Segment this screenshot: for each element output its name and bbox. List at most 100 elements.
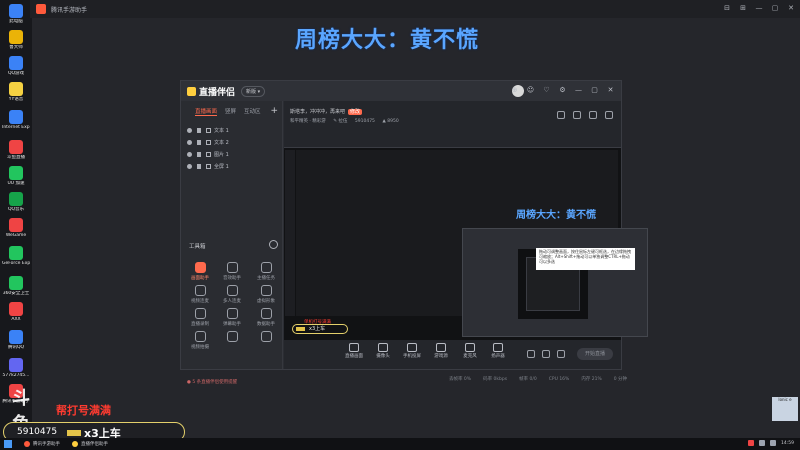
source-item[interactable]: 文本 1	[181, 124, 282, 136]
desktop-icon[interactable]: 此电脑	[2, 4, 30, 24]
source-item[interactable]: 全屏 1	[181, 160, 282, 172]
start-live-button[interactable]: 开始直播	[577, 348, 613, 360]
add-icon[interactable]: ⊕	[510, 86, 519, 95]
emoji-icon[interactable]: ☺	[526, 86, 535, 95]
status-item: 0 分钟	[613, 377, 628, 382]
app-shortcut-icon	[9, 166, 23, 180]
desktop-icon[interactable]: AXX	[2, 302, 30, 322]
toolbox-settings-icon[interactable]	[269, 240, 278, 249]
game-category[interactable]: 和平精英 · 精彩游	[290, 119, 326, 124]
lock-icon[interactable]	[197, 163, 201, 169]
desktop-icon[interactable]: 鲁大师	[2, 30, 30, 50]
tool-label: 弹幕助手	[223, 322, 241, 327]
pin-icon[interactable]: ⊟	[722, 3, 732, 13]
minimize-button[interactable]: —	[754, 3, 764, 13]
desktop-icon[interactable]: WeGame	[2, 218, 30, 238]
desktop-icon[interactable]: QQ游戏	[2, 56, 30, 76]
tray-icon[interactable]	[748, 440, 755, 446]
eye-icon[interactable]	[187, 139, 192, 145]
maximize-button[interactable]: ▢	[590, 86, 599, 95]
stream-preview[interactable]: 周榜大大：黄不慌 拖动可调整画面，按住鼠标左键可框选，在边缘拖拽可缩放；Alt+…	[284, 147, 648, 340]
toolbox-item[interactable]	[217, 331, 247, 344]
source-item[interactable]: 图片 1	[181, 148, 282, 160]
clock[interactable]: 14:59	[781, 441, 794, 446]
control-mic[interactable]: 麦克风	[456, 343, 484, 359]
close-button[interactable]: ✕	[606, 86, 615, 95]
toolbox-item[interactable]	[251, 331, 281, 344]
desktop-icon[interactable]: 腾讯QQ	[2, 330, 30, 350]
version-badge[interactable]: 新版 ▾	[241, 85, 266, 97]
edit-title-button[interactable]: 修改	[348, 109, 363, 115]
tool-icon	[260, 331, 272, 342]
eye-icon[interactable]	[187, 127, 192, 133]
lock-icon[interactable]	[197, 151, 201, 157]
eye-icon[interactable]	[187, 163, 192, 169]
game-icon	[436, 343, 446, 352]
desktop-icon[interactable]: Internet Explorer	[2, 110, 30, 130]
source-label: 全屏 1	[214, 163, 229, 170]
edit-link[interactable]: ✎ 拉伍	[333, 119, 347, 124]
windows-start-icon[interactable]	[4, 440, 12, 448]
add-source-button[interactable]: +	[270, 106, 278, 116]
scene-tabs: 直播画面 竖屏 互动区	[181, 101, 282, 116]
taskbar-item[interactable]: 直播伴侣助手	[72, 441, 108, 447]
control-screen[interactable]: 直播画面	[340, 343, 368, 359]
control-label: 游戏源	[434, 354, 448, 359]
desktop-icon[interactable]: 360安全卫士	[2, 276, 30, 296]
fullscreen-icon[interactable]: ⊞	[738, 3, 748, 13]
toolbox-item[interactable]: 直播录制	[185, 308, 215, 327]
taskbar-item[interactable]: 腾讯手游助手	[24, 441, 60, 447]
network-icon[interactable]	[759, 440, 766, 446]
maximize-button[interactable]: ▢	[770, 3, 780, 13]
app-shortcut-icon	[9, 358, 23, 372]
video-icon[interactable]	[527, 350, 535, 358]
toolbox-item[interactable]: 画面助手	[185, 262, 215, 281]
app-shortcut-icon	[9, 302, 23, 316]
app-icon	[24, 441, 30, 447]
toolbox-item[interactable]: 虚拟形象	[251, 285, 281, 304]
toolbox-item[interactable]: 数据助手	[251, 308, 281, 327]
toolbox-item[interactable]: 视频拍摄	[185, 331, 215, 350]
minimize-button[interactable]: —	[574, 86, 583, 95]
tab-portrait[interactable]: 竖屏	[225, 107, 236, 116]
desktop-icon[interactable]: 577k2745...	[2, 358, 30, 378]
app-shortcut-icon	[9, 330, 23, 344]
control-speaker[interactable]: 扬声器	[484, 343, 512, 359]
close-button[interactable]: ✕	[786, 3, 796, 13]
eye-icon[interactable]	[187, 151, 192, 157]
tool-label: 音效助手	[223, 276, 241, 281]
toolbox-item[interactable]: 多人连麦	[217, 285, 247, 304]
desktop-icon[interactable]: UU 加速	[2, 166, 30, 186]
share-icon[interactable]	[605, 111, 613, 119]
screen: { "outer_window": { "title": "腾讯手游助手", "…	[0, 0, 800, 450]
notice-text[interactable]: ● 5 条直播伴侣使用提醒	[187, 379, 237, 385]
toolbox-item[interactable]: 视频连麦	[185, 285, 215, 304]
desktop-icon-label: 此电脑	[9, 19, 23, 24]
settings-icon[interactable]	[557, 350, 565, 358]
toolbox-item[interactable]: 弹幕助手	[217, 308, 247, 327]
control-phone[interactable]: 手机投屏	[398, 343, 426, 359]
desktop-icon[interactable]: YY语音	[2, 82, 30, 102]
desktop-icon[interactable]: QQ音乐	[2, 192, 30, 212]
gift-icon[interactable]	[557, 111, 565, 119]
lock-icon[interactable]	[197, 139, 201, 145]
tab-interaction[interactable]: 互动区	[244, 107, 261, 116]
toolbox-item[interactable]: 主播任务	[251, 262, 281, 281]
favorite-icon[interactable]: ♡	[542, 86, 551, 95]
desktop-icon[interactable]: 斗鱼直播	[2, 140, 30, 160]
chart-icon[interactable]	[573, 111, 581, 119]
desktop-icon[interactable]: GeForce Experience	[2, 246, 30, 266]
toolbox-item[interactable]: 音效助手	[217, 262, 247, 281]
bell-icon[interactable]	[589, 111, 597, 119]
volume-icon[interactable]	[770, 440, 777, 446]
desktop-icon-column: 此电脑鲁大师 QQ游戏 YY语音 Internet Explorer 斗鱼直播 UU 加速…	[0, 0, 32, 440]
control-game[interactable]: 游戏源	[427, 343, 455, 359]
lock-icon[interactable]	[197, 127, 201, 133]
eye-icon[interactable]	[542, 350, 550, 358]
source-item[interactable]: 文本 2	[181, 136, 282, 148]
tool-icon	[194, 308, 206, 319]
tool-label: 画面助手	[191, 276, 209, 281]
control-camera[interactable]: 摄像头	[369, 343, 397, 359]
settings-icon[interactable]: ⚙	[558, 86, 567, 95]
tab-live-scene[interactable]: 直播画面	[195, 107, 218, 116]
